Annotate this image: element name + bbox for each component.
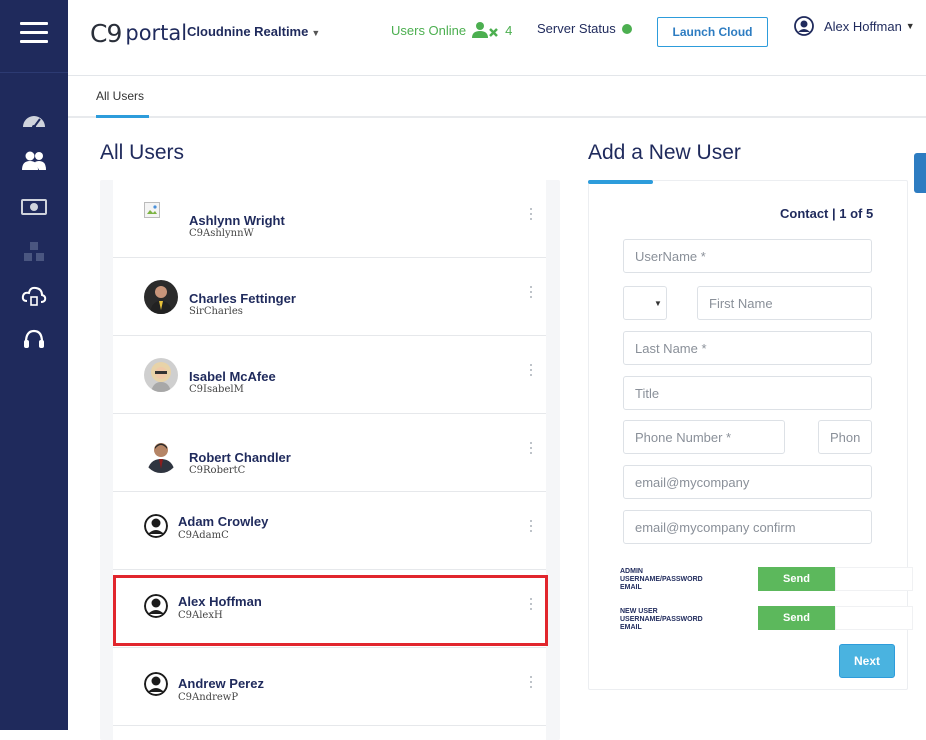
org-selector[interactable]: Cloudnine Realtime ▼ <box>187 24 320 39</box>
sidebar-divider <box>0 72 68 73</box>
user-placeholder-icon <box>144 514 168 538</box>
active-tab-indicator <box>96 115 149 118</box>
avatar <box>144 439 178 473</box>
selected-user-highlight <box>113 575 548 646</box>
avatar <box>144 358 178 392</box>
top-header: C9 portal Cloudnine Realtime ▼ Users Onli… <box>68 0 926 76</box>
more-options-icon[interactable] <box>527 286 535 306</box>
add-user-heading-underline <box>588 180 653 184</box>
list-item[interactable]: Ashlynn Wright C9AshlynnW <box>113 180 546 258</box>
more-options-icon[interactable] <box>527 442 535 462</box>
user-placeholder-icon <box>144 672 168 696</box>
launch-cloud-button[interactable]: Launch Cloud <box>657 17 768 47</box>
users-icon[interactable] <box>19 146 49 176</box>
new-user-send-toggle-on[interactable]: Send <box>758 606 835 630</box>
all-users-heading: All Users <box>100 141 185 164</box>
menu-hamburger-icon[interactable] <box>20 22 48 44</box>
username-field[interactable]: UserName * <box>623 239 872 273</box>
phone-number-field[interactable]: Phone Number * <box>623 420 785 454</box>
more-options-icon[interactable] <box>527 208 535 228</box>
user-name: Ashlynn Wright <box>189 213 285 228</box>
tab-all-users[interactable]: All Users <box>96 89 144 103</box>
side-panel-tab[interactable] <box>914 153 926 193</box>
title-field[interactable]: Title <box>623 376 872 410</box>
name-prefix-select[interactable]: ▼ <box>623 286 667 320</box>
user-name: Andrew Perez <box>178 676 264 691</box>
server-status-label: Server Status <box>537 21 616 36</box>
modules-cubes-icon[interactable] <box>19 238 49 268</box>
org-name: Cloudnine Realtime <box>187 24 309 39</box>
users-online-indicator[interactable]: Users Online 4 <box>391 21 512 39</box>
toggle-label-line: EMAIL <box>620 624 642 631</box>
chevron-down-icon: ▼ <box>905 21 915 31</box>
user-name: Adam Crowley <box>178 514 269 529</box>
user-login: SirCharles <box>189 306 243 317</box>
form-step-label: Contact | 1 of 5 <box>780 206 874 221</box>
list-item[interactable]: Adam Crowley C9AdamC <box>113 492 546 570</box>
user-login: C9AshlynnW <box>189 228 254 239</box>
toggle-label-line: ADMIN <box>620 568 643 575</box>
list-item[interactable]: Andrew Perez C9AndrewP <box>113 648 546 726</box>
current-user-name: Alex Hoffman <box>824 18 902 34</box>
add-user-heading: Add a New User <box>588 141 741 164</box>
more-options-icon[interactable] <box>527 676 535 696</box>
admin-send-toggle-off[interactable] <box>835 567 913 591</box>
dashboard-gauge-icon[interactable] <box>19 104 49 134</box>
list-item[interactable]: Charles Fettinger SirCharles <box>113 258 546 336</box>
users-online-icon <box>472 22 499 38</box>
new-user-email-toggle-label: NEW USER USERNAME/PASSWORD EMAIL <box>620 608 750 632</box>
chevron-down-icon: ▼ <box>311 28 321 38</box>
admin-email-toggle-label: ADMIN USERNAME/PASSWORD EMAIL <box>620 568 750 592</box>
users-list: Ashlynn Wright C9AshlynnW Charles Fettin… <box>113 180 546 740</box>
billing-money-icon[interactable] <box>19 192 49 222</box>
users-list-panel: Ashlynn Wright C9AshlynnW Charles Fettin… <box>100 180 560 740</box>
toggle-label-line: USERNAME/PASSWORD <box>620 576 703 583</box>
user-name: Charles Fettinger <box>189 291 296 306</box>
c9-portal-logo[interactable]: C9 portal <box>90 18 187 48</box>
logo-portal-text: portal <box>125 21 188 45</box>
list-item[interactable]: Isabel McAfee C9IsabelM <box>113 336 546 414</box>
support-headset-icon[interactable] <box>19 325 49 355</box>
users-online-count: 4 <box>505 22 513 38</box>
list-item[interactable]: Robert Chandler C9RobertC <box>113 414 546 492</box>
email-field[interactable]: email@mycompany <box>623 465 872 499</box>
toggle-label-line: USERNAME/PASSWORD <box>620 616 703 623</box>
chevron-down-icon: ▼ <box>654 298 662 308</box>
user-account-menu[interactable]: Alex Hoffman ▼ <box>794 16 915 36</box>
user-avatar-icon <box>794 16 814 36</box>
server-status-indicator[interactable]: Server Status <box>537 21 632 36</box>
email-confirm-field[interactable]: email@mycompany confirm <box>623 510 872 544</box>
user-name: Isabel McAfee <box>189 369 276 384</box>
logo-c9-text: C9 <box>90 18 122 48</box>
first-name-field[interactable]: First Name <box>697 286 872 320</box>
cloud-icon[interactable] <box>19 281 49 311</box>
user-login: C9AdamC <box>178 530 229 541</box>
user-login: C9AndrewP <box>178 692 239 703</box>
toggle-label-line: EMAIL <box>620 584 642 591</box>
more-options-icon[interactable] <box>527 364 535 384</box>
tab-bar: All Users <box>68 76 926 118</box>
status-dot-icon <box>621 23 632 34</box>
broken-image-icon <box>144 202 160 218</box>
user-login: C9RobertC <box>189 465 246 476</box>
admin-send-toggle-on[interactable]: Send <box>758 567 835 591</box>
avatar <box>144 280 178 314</box>
new-user-send-toggle-off[interactable] <box>835 606 913 630</box>
users-online-label: Users Online <box>391 22 467 38</box>
sidebar <box>0 0 68 730</box>
user-login: C9IsabelM <box>189 384 244 395</box>
toggle-label-line: NEW USER <box>620 608 658 615</box>
user-name: Robert Chandler <box>189 450 291 465</box>
phone-ext-field[interactable]: Phon <box>818 420 872 454</box>
next-button[interactable]: Next <box>839 644 895 678</box>
last-name-field[interactable]: Last Name * <box>623 331 872 365</box>
more-options-icon[interactable] <box>527 520 535 540</box>
